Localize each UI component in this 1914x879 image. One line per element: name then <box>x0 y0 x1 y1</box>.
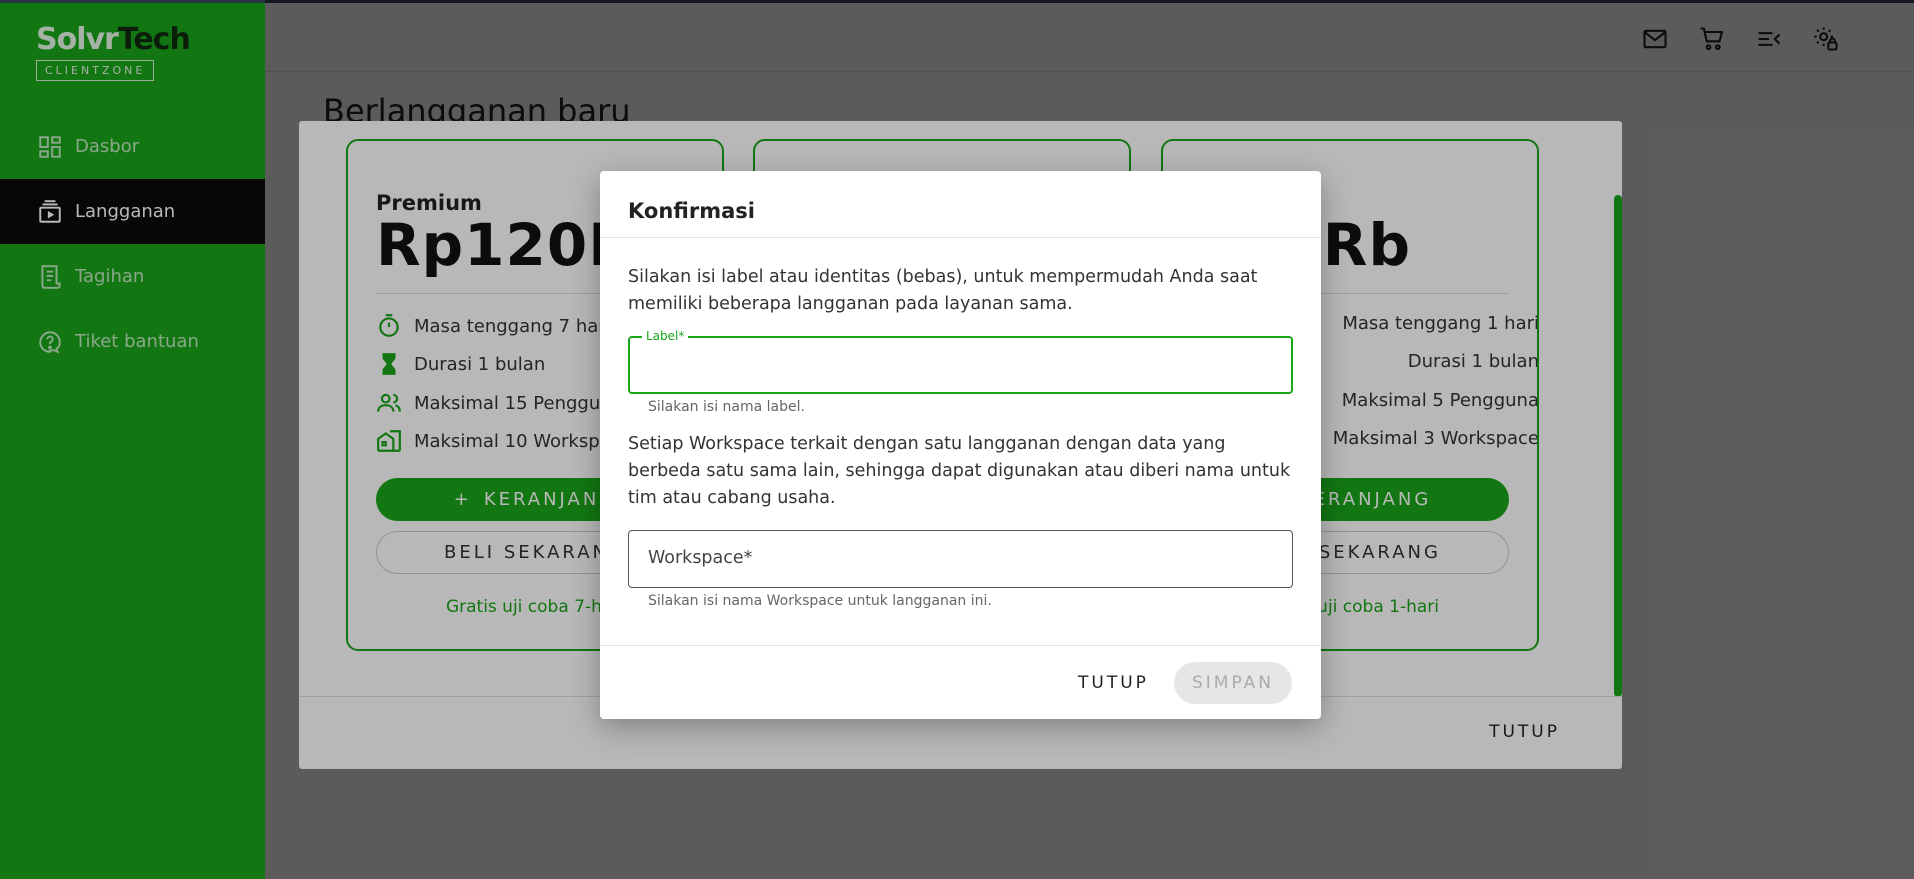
close-button[interactable]: TUTUP <box>1078 673 1149 693</box>
workspace-field[interactable]: Workspace* <box>628 530 1293 588</box>
label-field[interactable]: Label* <box>628 329 1293 394</box>
confirm-dialog: Konfirmasi Silakan isi label atau identi… <box>600 171 1321 719</box>
label-helper-text: Silakan isi nama label. <box>648 399 805 415</box>
divider <box>600 237 1321 238</box>
workspace-placeholder: Workspace* <box>648 548 753 568</box>
workspace-helper-text: Silakan isi nama Workspace untuk langgan… <box>648 593 992 609</box>
divider <box>600 645 1321 646</box>
dialog-title: Konfirmasi <box>628 199 755 223</box>
label-description: Silakan isi label atau identitas (bebas)… <box>628 267 1258 314</box>
label-input[interactable] <box>630 338 1291 392</box>
workspace-description: Setiap Workspace terkait dengan satu lan… <box>628 434 1291 508</box>
save-button[interactable]: SIMPAN <box>1174 662 1292 704</box>
